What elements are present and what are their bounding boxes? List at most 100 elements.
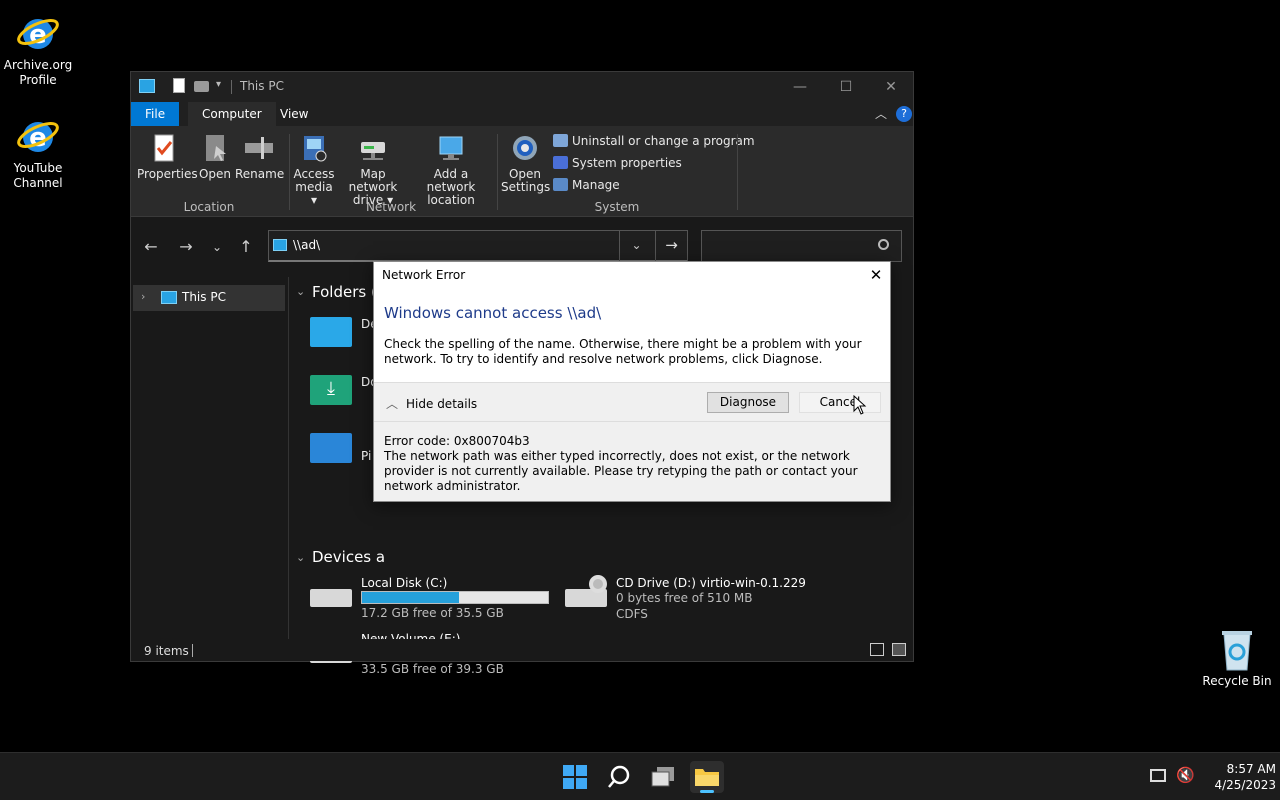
manage-button[interactable]: Manage [553, 178, 620, 196]
open-settings-label: Settings [501, 180, 551, 194]
address-dropdown-chevron-icon[interactable]: ⌄ [619, 231, 653, 261]
tab-view[interactable]: View [266, 102, 322, 126]
network-error-dialog: Network Error ✕ Windows cannot access \\… [373, 261, 891, 502]
diagnose-button[interactable]: Diagnose [707, 392, 789, 413]
file-explorer-taskbar-button[interactable] [690, 761, 724, 793]
desktop-icon-archive-profile[interactable]: e Archive.org Profile [0, 10, 76, 88]
downloads-folder-icon: ⤓ [310, 375, 352, 405]
volume-icon[interactable]: 🔇 [1176, 766, 1195, 784]
collapse-chevron-icon[interactable]: ⌄ [296, 551, 305, 564]
disc-icon [589, 575, 607, 593]
separator [497, 134, 498, 210]
cancel-button[interactable]: Cancel [799, 392, 881, 413]
properties-icon [148, 132, 180, 164]
pictures-folder-icon [310, 433, 352, 463]
map-network-drive-button[interactable]: Map network drive ▾ [337, 132, 409, 207]
desktop-icon-recycle-bin[interactable]: Recycle Bin [1199, 626, 1275, 689]
folder-item[interactable]: Pi [310, 429, 372, 467]
hard-drive-icon [310, 589, 352, 607]
back-arrow-icon[interactable]: ← [139, 235, 163, 259]
recent-locations-chevron-icon[interactable]: ⌄ [205, 235, 229, 259]
address-text[interactable]: \\ad\ [293, 238, 320, 252]
quick-access-dropdown-icon[interactable]: ▾ [216, 79, 221, 90]
manage-icon [553, 178, 568, 191]
system-properties-button[interactable]: System properties [553, 156, 682, 174]
open-label: Open [198, 167, 232, 181]
task-view-icon [651, 767, 674, 787]
devices-section-heading[interactable]: Devices a [312, 548, 385, 566]
network-icon[interactable] [1150, 769, 1166, 782]
go-arrow-icon[interactable]: → [655, 231, 687, 261]
map-network-drive-label: Map network [348, 167, 398, 194]
add-network-location-button[interactable]: Add a network location [411, 132, 491, 207]
collapse-chevron-icon[interactable]: ⌄ [296, 285, 305, 298]
location-group-label: Location [183, 200, 235, 214]
forward-arrow-icon[interactable]: → [174, 235, 198, 259]
drive-usage-fill [362, 592, 459, 603]
tab-computer[interactable]: Computer [188, 102, 276, 126]
large-icons-view-icon[interactable] [892, 643, 906, 656]
start-button[interactable] [558, 761, 592, 793]
error-description: The network path was either typed incorr… [384, 449, 858, 493]
folder-item[interactable]: ⤓ Do [310, 371, 378, 409]
separator [192, 644, 193, 657]
maximize-button[interactable]: ☐ [823, 72, 869, 102]
network-location-icon [435, 132, 467, 164]
search-button[interactable] [602, 761, 636, 793]
chevron-up-icon: ︿ [386, 397, 399, 411]
title-bar[interactable]: ▾ This PC — ☐ ✕ [131, 72, 913, 102]
clock-time: 8:57 AM [1226, 762, 1276, 776]
ribbon-tabs: File Computer View ︿ ? [131, 102, 913, 126]
access-media-button[interactable]: Access media ▾ [293, 132, 335, 207]
internet-explorer-icon: e [15, 10, 61, 56]
this-pc-icon [273, 239, 287, 251]
search-box[interactable] [701, 230, 902, 262]
active-indicator [700, 790, 714, 793]
clock[interactable]: 8:57 AM 4/25/2023 [1196, 761, 1276, 793]
desktop-folder-icon [310, 317, 352, 347]
open-button[interactable]: Open [195, 132, 235, 181]
separator [289, 134, 290, 210]
dialog-content: Network Error ✕ Windows cannot access \\… [374, 262, 890, 382]
new-folder-quick-icon[interactable] [194, 81, 209, 92]
tab-file[interactable]: File [131, 102, 180, 126]
drive-item-c[interactable]: Local Disk (C:) 17.2 GB free of 35.5 GB [310, 575, 555, 621]
desktop-icon-label: YouTube [13, 161, 63, 175]
dialog-message: Check the spelling of the name. Otherwis… [384, 337, 862, 366]
recycle-bin-icon [1214, 626, 1260, 672]
properties-button[interactable]: Properties [137, 132, 198, 181]
folder-label: Pi [361, 449, 372, 463]
rename-icon [243, 132, 275, 164]
drive-free-space: 33.5 GB free of 39.3 GB [361, 662, 504, 676]
details-view-icon[interactable] [870, 643, 884, 656]
task-view-button[interactable] [646, 761, 680, 793]
help-icon[interactable]: ? [896, 106, 912, 122]
hide-details-toggle[interactable]: ︿ Hide details [386, 395, 477, 412]
nav-item-this-pc[interactable]: › This PC [133, 285, 285, 311]
drive-usage-bar [361, 591, 549, 604]
folder-item[interactable]: De [310, 313, 378, 351]
minimize-button[interactable]: — [777, 72, 823, 102]
system-properties-label: System properties [572, 156, 682, 170]
close-icon[interactable]: ✕ [864, 264, 888, 286]
open-settings-button[interactable]: Open Settings [501, 132, 551, 194]
system-group-label: System [594, 200, 640, 214]
collapse-ribbon-icon[interactable]: ︿ [875, 105, 887, 122]
rename-button[interactable]: Rename [235, 132, 284, 181]
chevron-right-icon: › [141, 290, 146, 303]
gear-icon [509, 132, 541, 164]
network-drive-icon [357, 132, 389, 164]
desktop-icon-youtube-channel[interactable]: e YouTube Channel [0, 113, 76, 191]
uninstall-label: Uninstall or change a program [572, 134, 755, 148]
error-code: Error code: 0x800704b3 [384, 434, 530, 448]
item-count: 9 items [144, 644, 189, 658]
uninstall-program-button[interactable]: Uninstall or change a program [553, 134, 755, 152]
nav-item-label: This PC [182, 290, 226, 304]
address-bar[interactable]: \\ad\ ⌄ → [268, 230, 688, 262]
close-window-button[interactable]: ✕ [868, 72, 914, 102]
open-icon [199, 132, 231, 164]
properties-quick-icon[interactable] [173, 78, 185, 93]
up-arrow-icon[interactable]: ↑ [234, 235, 258, 259]
drive-item-d[interactable]: CD Drive (D:) virtio-win-0.1.229 0 bytes… [565, 575, 806, 623]
this-pc-icon [139, 79, 155, 93]
